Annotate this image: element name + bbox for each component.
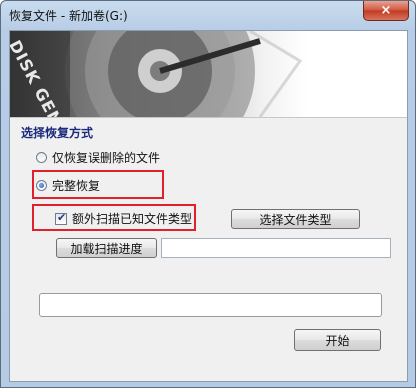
radio-full-recovery[interactable]: 完整恢复 (36, 177, 100, 194)
load-scan-progress-button[interactable]: 加载扫描进度 (56, 238, 157, 258)
checkbox-icon[interactable]: ✔ (55, 210, 67, 225)
checkmark-icon: ✔ (57, 210, 67, 224)
banner-image: DISK GENIUS (10, 31, 407, 117)
radio-label: 完整恢复 (52, 179, 101, 193)
checkbox-extra-scan[interactable]: ✔ 额外扫描已知文件类型 (55, 210, 192, 227)
radio-icon[interactable] (36, 152, 47, 163)
progress-bar (39, 293, 382, 317)
checkbox-label: 额外扫描已知文件类型 (72, 212, 193, 226)
start-button[interactable]: 开始 (294, 329, 381, 351)
title-bar[interactable]: 恢复文件 - 新加卷(G:) × (1, 1, 415, 29)
recover-files-window: 恢复文件 - 新加卷(G:) × DISK GENIUS 选择恢复方式 仅恢复误… (0, 0, 416, 388)
close-button[interactable]: × (363, 1, 409, 21)
radio-label: 仅恢复误删除的文件 (52, 151, 161, 165)
banner-divider (10, 117, 407, 118)
radio-selected-icon[interactable] (36, 180, 47, 191)
hard-disk-illustration (10, 31, 303, 117)
radio-recover-deleted[interactable]: 仅恢复误删除的文件 (36, 149, 160, 166)
close-icon: × (380, 3, 392, 18)
dialog-body: DISK GENIUS 选择恢复方式 仅恢复误删除的文件 完整恢复 ✔ 额外扫描… (9, 30, 408, 382)
scan-progress-path-field[interactable] (161, 238, 391, 258)
select-file-types-button[interactable]: 选择文件类型 (231, 209, 360, 229)
recovery-mode-heading: 选择恢复方式 (21, 126, 94, 140)
window-title: 恢复文件 - 新加卷(G:) (9, 9, 128, 23)
